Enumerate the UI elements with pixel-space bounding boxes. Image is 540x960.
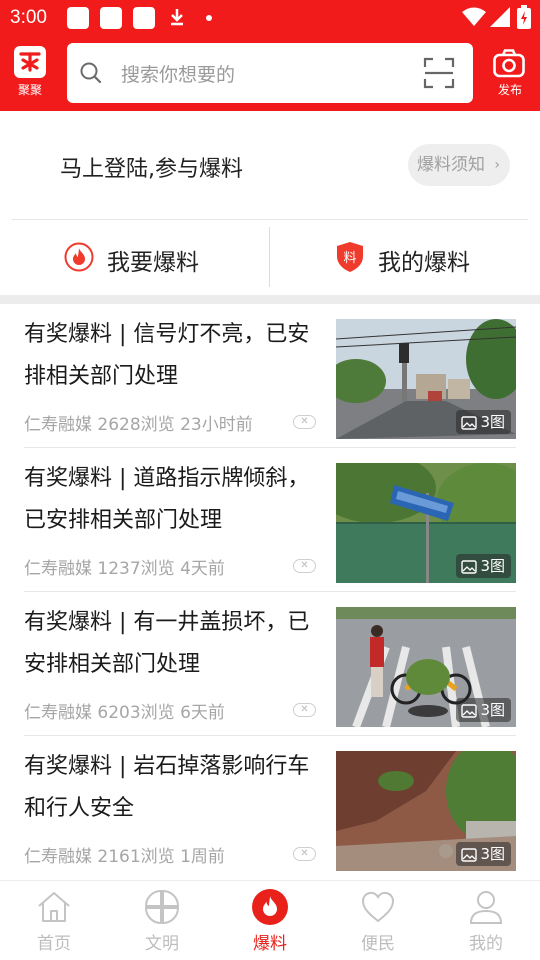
dismiss-icon[interactable]: ✕ — [293, 847, 316, 861]
camera-icon[interactable] — [493, 49, 525, 79]
tab-my-tips-label: 我的爆料 — [378, 250, 470, 276]
tab-my-tips[interactable]: 料 我的爆料 — [270, 220, 540, 295]
image-count-badge: 3图 — [456, 842, 511, 866]
chevron-right-icon: › — [494, 157, 500, 173]
flame-icon — [252, 889, 288, 925]
shield-icon: 料 — [337, 242, 363, 272]
list-item[interactable]: 有奖爆料 | 信号灯不亮，已安排相关部门处理 仁寿融媒 2628浏览 23小时前… — [0, 304, 540, 448]
nav-item-label: 我的 — [469, 934, 503, 954]
nav-item-home[interactable]: 首页 — [0, 881, 108, 960]
image-icon — [461, 416, 478, 430]
article-thumbnail[interactable]: 3图 — [336, 607, 516, 727]
search-placeholder: 搜索你想要的 — [121, 64, 236, 86]
nav-item-tips[interactable]: 爆料 — [216, 881, 324, 960]
article-title[interactable]: 有奖爆料 | 岩石掉落影响行车和行人安全 — [24, 746, 320, 830]
image-count: 3图 — [480, 413, 505, 431]
publish-label[interactable]: 发布 — [490, 81, 530, 98]
article-thumbnail[interactable]: 3图 — [336, 751, 516, 871]
image-icon — [461, 704, 478, 718]
login-banner: 马上登陆,参与爆料 爆料须知 › — [0, 111, 540, 219]
section-gap — [0, 295, 540, 304]
list-item[interactable]: 有奖爆料 | 有一井盖损坏，已安排相关部门处理 仁寿融媒 6203浏览 6天前 … — [0, 592, 540, 736]
article-title[interactable]: 有奖爆料 | 有一井盖损坏，已安排相关部门处理 — [24, 602, 320, 686]
list-item[interactable]: 有奖爆料 | 岩石掉落影响行车和行人安全 仁寿融媒 2161浏览 1周前 ✕ 3… — [0, 736, 540, 880]
bottom-nav: 首页 文明 爆料 便民 我的 — [0, 880, 540, 960]
shield-icon-text: 料 — [343, 251, 356, 266]
status-bar: 3:00 — [0, 0, 540, 36]
tab-submit-tip-label: 我要爆料 — [107, 250, 199, 276]
article-source: 仁寿融媒 — [24, 559, 92, 579]
article-title[interactable]: 有奖爆料 | 信号灯不亮，已安排相关部门处理 — [24, 314, 320, 398]
image-count-badge: 3图 — [456, 410, 511, 434]
nav-item-services[interactable]: 便民 — [324, 881, 432, 960]
scan-icon[interactable] — [423, 57, 455, 89]
nav-item-profile[interactable]: 我的 — [432, 881, 540, 960]
article-meta: 仁寿融媒 6203浏览 6天前 — [24, 698, 225, 723]
signal-icon — [490, 7, 510, 27]
nav-item-civility[interactable]: 文明 — [108, 881, 216, 960]
article-views: 1237浏览 — [97, 559, 175, 579]
notification-icon — [100, 7, 122, 29]
nav-item-label: 首页 — [37, 934, 71, 954]
image-count: 3图 — [480, 701, 505, 719]
image-icon — [461, 848, 478, 862]
image-count: 3图 — [480, 557, 505, 575]
article-time: 4天前 — [180, 559, 225, 579]
article-time: 6天前 — [180, 703, 225, 723]
image-count-badge: 3图 — [456, 698, 511, 722]
article-thumbnail[interactable]: 3图 — [336, 463, 516, 583]
grid-icon — [144, 889, 180, 925]
nav-item-label: 文明 — [145, 934, 179, 954]
disclosure-notice-label: 爆料须知 — [417, 155, 485, 175]
list-item[interactable]: 有奖爆料 | 道路指示牌倾斜，已安排相关部门处理 仁寿融媒 1237浏览 4天前… — [0, 448, 540, 592]
person-icon — [469, 891, 503, 924]
notification-icon — [133, 7, 155, 29]
article-title[interactable]: 有奖爆料 | 道路指示牌倾斜，已安排相关部门处理 — [24, 458, 320, 542]
app-logo-icon[interactable] — [14, 46, 46, 78]
article-views: 2628浏览 — [97, 415, 175, 435]
article-meta: 仁寿融媒 2628浏览 23小时前 — [24, 410, 253, 435]
dismiss-icon[interactable]: ✕ — [293, 559, 316, 573]
disclosure-tabs: 我要爆料 料 我的爆料 — [0, 220, 540, 295]
dismiss-icon[interactable]: ✕ — [293, 703, 316, 717]
nav-item-label: 便民 — [361, 934, 395, 954]
login-prompt[interactable]: 马上登陆,参与爆料 — [60, 151, 243, 183]
search-icon — [80, 62, 102, 84]
wifi-icon — [462, 7, 486, 26]
more-notifications-icon — [206, 15, 212, 21]
article-views: 6203浏览 — [97, 703, 175, 723]
download-icon — [171, 9, 183, 26]
article-meta: 仁寿融媒 1237浏览 4天前 — [24, 554, 225, 579]
article-source: 仁寿融媒 — [24, 415, 92, 435]
image-icon — [461, 560, 478, 574]
article-time: 1周前 — [180, 847, 225, 867]
app-logo-label: 聚聚 — [17, 83, 42, 97]
article-source: 仁寿融媒 — [24, 703, 92, 723]
top-header: 聚聚 搜索你想要的 发布 — [0, 36, 540, 111]
search-bar[interactable]: 搜索你想要的 — [67, 43, 473, 103]
heart-icon — [361, 891, 395, 923]
article-source: 仁寿融媒 — [24, 847, 92, 867]
image-count-badge: 3图 — [456, 554, 511, 578]
article-views: 2161浏览 — [97, 847, 175, 867]
home-icon — [38, 892, 70, 922]
nav-item-label: 爆料 — [253, 934, 287, 954]
flame-icon — [64, 242, 94, 272]
image-count: 3图 — [480, 845, 505, 863]
article-time: 23小时前 — [180, 415, 253, 435]
screen: 3:00 聚聚 搜索你想要的 发布 马上登陆,参与爆料 爆料须知 › 我要爆料 … — [0, 0, 540, 960]
notification-icon — [67, 7, 89, 29]
article-thumbnail[interactable]: 3图 — [336, 319, 516, 439]
disclosure-notice-button[interactable]: 爆料须知 › — [408, 144, 510, 186]
dismiss-icon[interactable]: ✕ — [293, 415, 316, 429]
article-meta: 仁寿融媒 2161浏览 1周前 — [24, 842, 225, 867]
tab-submit-tip[interactable]: 我要爆料 — [0, 220, 270, 295]
battery-icon — [517, 5, 531, 29]
status-time: 3:00 — [10, 7, 47, 28]
